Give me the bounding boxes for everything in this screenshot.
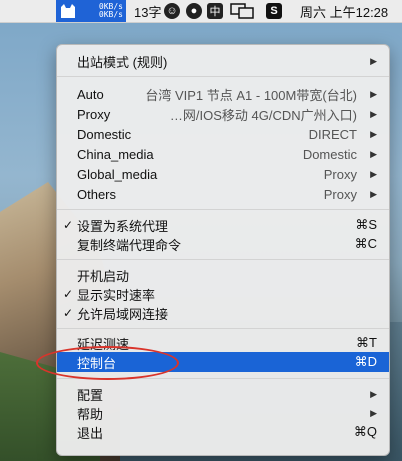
- menu-item-help[interactable]: 帮助 ▶: [57, 403, 389, 423]
- menu-item-launch-at-login[interactable]: 开机启动: [57, 265, 389, 285]
- menu-item-value: Proxy: [323, 186, 357, 202]
- checkmark-icon: ✓: [63, 287, 74, 301]
- menu-item-global-media[interactable]: Global_media Proxy ▶: [57, 164, 389, 184]
- submenu-arrow-icon: ▶: [370, 108, 377, 119]
- menu-item-latency-test[interactable]: 延迟测速 ⌘T: [57, 333, 389, 353]
- menu-item-label: 设置为系统代理: [77, 218, 169, 234]
- microphone-icon[interactable]: ●: [186, 3, 202, 19]
- separator: [57, 378, 389, 379]
- menu-bar: 0KB/s 0KB/s 13字 ☺ ● 中 S 周六 上午12:28: [0, 0, 402, 23]
- menu-item-label: 开机启动: [77, 268, 130, 284]
- checkmark-icon: ✓: [63, 218, 74, 232]
- menu-item-china-media[interactable]: China_media Domestic ▶: [57, 144, 389, 164]
- separator: [57, 209, 389, 210]
- word-count[interactable]: 13字: [134, 2, 161, 21]
- menu-item-allow-lan[interactable]: ✓ 允许局域网连接: [57, 303, 389, 323]
- sogou-icon[interactable]: S: [266, 3, 282, 19]
- menu-item-value: 台湾 VIP1 节点 A1 - 100M带宽(台北): [145, 87, 357, 103]
- menu-item-value: Domestic: [302, 146, 357, 162]
- menu-item-others[interactable]: Others Proxy ▶: [57, 184, 389, 204]
- clashx-menu: 出站模式 (规则) ▶ Auto 台湾 VIP1 节点 A1 - 100M带宽(…: [56, 44, 390, 456]
- menu-item-config[interactable]: 配置 ▶: [57, 384, 389, 404]
- menu-item-set-system-proxy[interactable]: ✓ 设置为系统代理 ⌘S: [57, 215, 389, 235]
- menu-item-label: China_media: [77, 146, 154, 162]
- menu-item-label: Auto: [77, 86, 104, 102]
- menu-item-domestic[interactable]: Domestic DIRECT ▶: [57, 124, 389, 144]
- download-speed: 0KB/s: [98, 10, 123, 19]
- menu-item-proxy[interactable]: Proxy …网/IOS移动 4G/CDN广州入口) ▶: [57, 104, 389, 124]
- menu-item-value: …网/IOS移动 4G/CDN广州入口): [169, 107, 357, 123]
- menu-item-auto[interactable]: Auto 台湾 VIP1 节点 A1 - 100M带宽(台北) ▶: [57, 84, 389, 104]
- menu-item-quit[interactable]: 退出 ⌘Q: [57, 422, 389, 442]
- ime-indicator[interactable]: 中: [207, 3, 223, 19]
- menu-item-label: Domestic: [77, 126, 132, 142]
- menu-item-shortcut: ⌘C: [354, 236, 377, 251]
- submenu-arrow-icon: ▶: [370, 88, 377, 99]
- smiley-icon[interactable]: ☺: [164, 3, 180, 19]
- submenu-arrow-icon: ▶: [370, 388, 377, 399]
- menu-item-label: 延迟测速: [77, 336, 130, 352]
- submenu-arrow-icon: ▶: [370, 168, 377, 179]
- menu-item-label: 配置: [77, 387, 104, 403]
- speed-indicator: 0KB/s 0KB/s: [99, 3, 123, 19]
- menu-item-outbound-mode[interactable]: 出站模式 (规则) ▶: [57, 51, 389, 71]
- separator: [57, 76, 389, 77]
- submenu-arrow-icon: ▶: [370, 148, 377, 159]
- submenu-arrow-icon: ▶: [370, 407, 377, 418]
- menu-item-shortcut: ⌘Q: [353, 424, 377, 439]
- separator: [57, 259, 389, 260]
- submenu-arrow-icon: ▶: [370, 55, 377, 66]
- separator: [57, 328, 389, 329]
- menu-item-label: 控制台: [77, 355, 117, 371]
- menu-item-label: Others: [77, 186, 117, 202]
- menu-item-shortcut: ⌘S: [355, 217, 377, 232]
- menu-item-shortcut: ⌘T: [356, 335, 377, 350]
- menu-item-label: 显示实时速率: [77, 287, 156, 303]
- menu-item-label: 出站模式 (规则): [77, 54, 168, 70]
- menu-item-label: Proxy: [77, 106, 111, 122]
- menu-item-value: Proxy: [323, 166, 357, 182]
- menu-item-label: 允许局域网连接: [77, 306, 169, 322]
- menu-item-label: 退出: [77, 425, 104, 441]
- cat-icon: [61, 4, 75, 18]
- menu-item-label: 帮助: [77, 406, 104, 422]
- menu-item-shortcut: ⌘D: [354, 354, 377, 369]
- checkmark-icon: ✓: [63, 306, 74, 320]
- submenu-arrow-icon: ▶: [370, 128, 377, 139]
- menu-item-label: Global_media: [77, 166, 158, 182]
- screen-mirroring-icon[interactable]: [230, 3, 254, 22]
- menu-item-copy-terminal[interactable]: 复制终端代理命令 ⌘C: [57, 234, 389, 254]
- menu-item-dashboard[interactable]: 控制台 ⌘D: [57, 352, 389, 372]
- clashx-status-item[interactable]: 0KB/s 0KB/s: [56, 0, 126, 22]
- menu-item-value: DIRECT: [308, 126, 357, 142]
- submenu-arrow-icon: ▶: [370, 188, 377, 199]
- clock[interactable]: 周六 上午12:28: [300, 2, 388, 21]
- menu-item-label: 复制终端代理命令: [77, 237, 182, 253]
- menu-item-show-speed[interactable]: ✓ 显示实时速率: [57, 284, 389, 304]
